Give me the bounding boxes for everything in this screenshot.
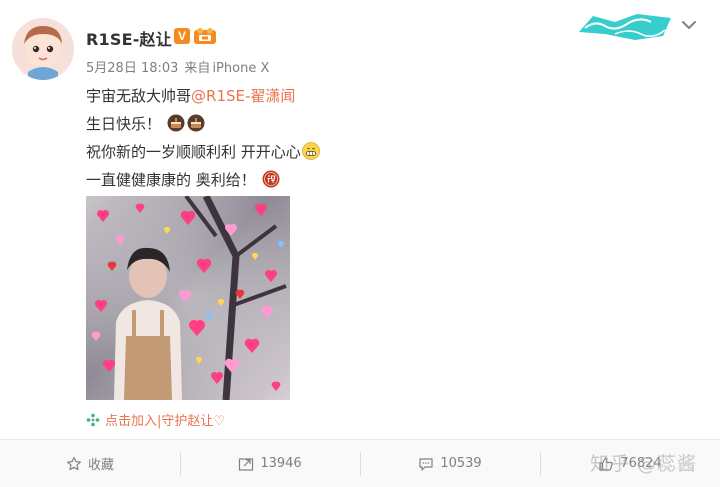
super-topic-icon bbox=[86, 413, 100, 426]
post-line-1: 宇宙无敌大帅哥@R1SE-翟潇闻 bbox=[86, 82, 686, 110]
comment-button[interactable]: 10539 bbox=[360, 440, 540, 487]
author-name[interactable]: R1SE-赵让 bbox=[86, 26, 172, 50]
repost-icon bbox=[239, 457, 254, 471]
favorite-label: 收藏 bbox=[87, 458, 114, 473]
text-segment: 生日快乐！ bbox=[86, 115, 162, 133]
comment-count: 10539 bbox=[440, 456, 482, 471]
post-image[interactable] bbox=[86, 196, 290, 400]
post-text: 宇宙无敌大帅哥@R1SE-翟潇闻 生日快乐！ 祝你新的一岁顺顺利利 开开心心 一… bbox=[86, 82, 686, 194]
de-emoji bbox=[262, 170, 280, 188]
action-bar: 收藏 13946 10539 76824 bbox=[0, 439, 720, 487]
star-icon bbox=[66, 456, 81, 470]
super-topic-link[interactable]: 点击加入|守护赵让♡ bbox=[86, 410, 225, 429]
like-count: 76824 bbox=[620, 456, 662, 471]
text-segment: 宇宙无敌大帅哥 bbox=[86, 87, 192, 105]
post-meta: 5月28日 18:03 来自 iPhone X bbox=[86, 57, 269, 76]
cake-emoji bbox=[167, 114, 185, 132]
super-topic-label: 点击加入|守护赵让♡ bbox=[105, 414, 226, 429]
text-segment: 一直健健康康的 奥利给！ bbox=[86, 171, 256, 189]
repost-count: 13946 bbox=[260, 456, 302, 471]
card-decoration-banner bbox=[579, 14, 671, 40]
fan-badge-icon bbox=[194, 28, 216, 44]
post-line-2: 生日快乐！ bbox=[86, 110, 686, 138]
text-segment: 祝你新的一岁顺顺利利 开开心心 bbox=[86, 143, 301, 161]
source-device-link[interactable]: iPhone X bbox=[212, 61, 269, 76]
grin-emoji bbox=[301, 142, 320, 160]
comment-icon bbox=[419, 457, 433, 471]
author-avatar[interactable] bbox=[12, 18, 74, 80]
like-button[interactable]: 76824 bbox=[540, 440, 720, 487]
post-date[interactable]: 5月28日 18:03 bbox=[86, 61, 178, 76]
source-prefix: 来自 bbox=[184, 61, 211, 76]
chevron-down-icon[interactable] bbox=[680, 16, 698, 34]
post-line-4: 一直健健康康的 奥利给！ bbox=[86, 166, 686, 194]
cake-emoji bbox=[187, 114, 205, 132]
favorite-button[interactable]: 收藏 bbox=[0, 440, 180, 487]
verified-badge-icon: V bbox=[174, 28, 190, 44]
mention-link[interactable]: @R1SE-翟潇闻 bbox=[191, 87, 295, 105]
weibo-post-card: R1SE-赵让 V 5月28日 18:03 来自 iPhone X 宇宙无敌大帅哥@… bbox=[0, 0, 720, 487]
thumb-icon bbox=[599, 456, 614, 471]
repost-button[interactable]: 13946 bbox=[180, 440, 360, 487]
post-line-3: 祝你新的一岁顺顺利利 开开心心 bbox=[86, 138, 686, 166]
